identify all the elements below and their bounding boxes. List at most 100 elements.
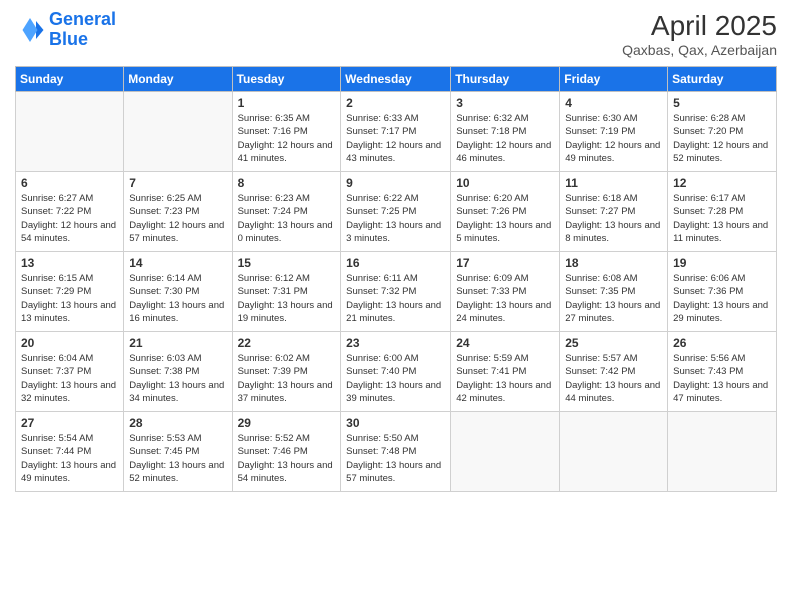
day-number: 21 (129, 336, 226, 350)
calendar-cell: 22 Sunrise: 6:02 AMSunset: 7:39 PMDayligh… (232, 332, 341, 412)
day-info: Sunrise: 6:12 AMSunset: 7:31 PMDaylight:… (238, 272, 336, 325)
calendar-cell: 23Sunrise: 6:00 AMSunset: 7:40 PMDayligh… (341, 332, 451, 412)
logo-line2: Blue (49, 29, 88, 49)
day-number: 22 (238, 336, 336, 350)
calendar-cell: 24 Sunrise: 5:59 AMSunset: 7:41 PMDayligh… (451, 332, 560, 412)
day-number: 10 (456, 176, 554, 190)
calendar-cell: 8 Sunrise: 6:23 AMSunset: 7:24 PMDaylight… (232, 172, 341, 252)
calendar-cell: 26 Sunrise: 5:56 AMSunset: 7:43 PMDayligh… (668, 332, 777, 412)
calendar-cell: 30Sunrise: 5:50 AMSunset: 7:48 PMDayligh… (341, 412, 451, 492)
day-number: 15 (238, 256, 336, 270)
day-info: Sunrise: 6:18 AMSunset: 7:27 PMDaylight:… (565, 192, 662, 245)
day-number: 30 (346, 416, 445, 430)
day-info: Sunrise: 6:17 AMSunset: 7:28 PMDaylight:… (673, 192, 771, 245)
calendar-week-row: 20Sunrise: 6:04 AMSunset: 7:37 PMDayligh… (16, 332, 777, 412)
day-info: Sunrise: 6:28 AMSunset: 7:20 PMDaylight:… (673, 112, 771, 165)
calendar-cell: 4Sunrise: 6:30 AMSunset: 7:19 PMDaylight… (560, 92, 668, 172)
calendar-cell: 14 Sunrise: 6:14 AMSunset: 7:30 PMDayligh… (124, 252, 232, 332)
day-header-thursday: Thursday (451, 67, 560, 92)
calendar-cell: 1Sunrise: 6:35 AMSunset: 7:16 PMDaylight… (232, 92, 341, 172)
day-number: 3 (456, 96, 554, 110)
calendar-week-row: 27Sunrise: 5:54 AMSunset: 7:44 PMDayligh… (16, 412, 777, 492)
day-number: 11 (565, 176, 662, 190)
logo: General Blue (15, 10, 116, 50)
day-header-saturday: Saturday (668, 67, 777, 92)
calendar-cell: 13 Sunrise: 6:15 AMSunset: 7:29 PMDayligh… (16, 252, 124, 332)
calendar-cell: 29 Sunrise: 5:52 AMSunset: 7:46 PMDayligh… (232, 412, 341, 492)
day-info: Sunrise: 6:11 AMSunset: 7:32 PMDaylight:… (346, 272, 445, 325)
day-number: 13 (21, 256, 118, 270)
day-info: Sunrise: 5:57 AMSunset: 7:42 PMDaylight:… (565, 352, 662, 405)
logo-text: General Blue (49, 10, 116, 50)
day-info: Sunrise: 6:03 AMSunset: 7:38 PMDaylight:… (129, 352, 226, 405)
day-number: 7 (129, 176, 226, 190)
day-number: 2 (346, 96, 445, 110)
day-info: Sunrise: 6:15 AMSunset: 7:29 PMDaylight:… (21, 272, 118, 325)
calendar-cell: 27Sunrise: 5:54 AMSunset: 7:44 PMDayligh… (16, 412, 124, 492)
calendar-cell: 16 Sunrise: 6:11 AMSunset: 7:32 PMDayligh… (341, 252, 451, 332)
day-info: Sunrise: 6:02 AMSunset: 7:39 PMDaylight:… (238, 352, 336, 405)
day-number: 24 (456, 336, 554, 350)
day-number: 29 (238, 416, 336, 430)
day-info: Sunrise: 6:20 AMSunset: 7:26 PMDaylight:… (456, 192, 554, 245)
day-number: 14 (129, 256, 226, 270)
calendar-week-row: 1Sunrise: 6:35 AMSunset: 7:16 PMDaylight… (16, 92, 777, 172)
calendar-cell: 20Sunrise: 6:04 AMSunset: 7:37 PMDayligh… (16, 332, 124, 412)
day-number: 16 (346, 256, 445, 270)
day-number: 19 (673, 256, 771, 270)
calendar-cell: 25 Sunrise: 5:57 AMSunset: 7:42 PMDayligh… (560, 332, 668, 412)
day-info: Sunrise: 6:32 AMSunset: 7:18 PMDaylight:… (456, 112, 554, 165)
day-number: 5 (673, 96, 771, 110)
calendar-cell: 7Sunrise: 6:25 AMSunset: 7:23 PMDaylight… (124, 172, 232, 252)
day-info: Sunrise: 6:27 AMSunset: 7:22 PMDaylight:… (21, 192, 118, 245)
calendar-cell: 10 Sunrise: 6:20 AMSunset: 7:26 PMDayligh… (451, 172, 560, 252)
day-number: 18 (565, 256, 662, 270)
calendar-cell: 15 Sunrise: 6:12 AMSunset: 7:31 PMDayligh… (232, 252, 341, 332)
day-number: 8 (238, 176, 336, 190)
header: General Blue April 2025 Qaxbas, Qax, Aze… (15, 10, 777, 58)
day-info: Sunrise: 6:04 AMSunset: 7:37 PMDaylight:… (21, 352, 118, 405)
title-block: April 2025 Qaxbas, Qax, Azerbaijan (622, 10, 777, 58)
day-info: Sunrise: 5:59 AMSunset: 7:41 PMDaylight:… (456, 352, 554, 405)
logo-icon (15, 15, 45, 45)
day-number: 1 (238, 96, 336, 110)
calendar-cell: 12 Sunrise: 6:17 AMSunset: 7:28 PMDayligh… (668, 172, 777, 252)
day-number: 17 (456, 256, 554, 270)
logo-line1: General (49, 9, 116, 29)
page-subtitle: Qaxbas, Qax, Azerbaijan (622, 42, 777, 58)
calendar-week-row: 13 Sunrise: 6:15 AMSunset: 7:29 PMDayligh… (16, 252, 777, 332)
day-number: 9 (346, 176, 445, 190)
calendar-cell: 19Sunrise: 6:06 AMSunset: 7:36 PMDayligh… (668, 252, 777, 332)
day-number: 12 (673, 176, 771, 190)
calendar-cell: 9 Sunrise: 6:22 AMSunset: 7:25 PMDaylight… (341, 172, 451, 252)
day-number: 23 (346, 336, 445, 350)
calendar-cell (560, 412, 668, 492)
calendar-cell (451, 412, 560, 492)
calendar-week-row: 6 Sunrise: 6:27 AMSunset: 7:22 PMDaylight… (16, 172, 777, 252)
day-info: Sunrise: 5:52 AMSunset: 7:46 PMDaylight:… (238, 432, 336, 485)
calendar-header-row: SundayMondayTuesdayWednesdayThursdayFrid… (16, 67, 777, 92)
day-info: Sunrise: 6:22 AMSunset: 7:25 PMDaylight:… (346, 192, 445, 245)
calendar-cell (16, 92, 124, 172)
day-number: 4 (565, 96, 662, 110)
day-info: Sunrise: 6:14 AMSunset: 7:30 PMDaylight:… (129, 272, 226, 325)
day-number: 25 (565, 336, 662, 350)
day-info: Sunrise: 6:33 AMSunset: 7:17 PMDaylight:… (346, 112, 445, 165)
page-title: April 2025 (622, 10, 777, 42)
day-number: 26 (673, 336, 771, 350)
page: General Blue April 2025 Qaxbas, Qax, Aze… (0, 0, 792, 612)
calendar-cell: 2 Sunrise: 6:33 AMSunset: 7:17 PMDaylight… (341, 92, 451, 172)
calendar-cell: 5 Sunrise: 6:28 AMSunset: 7:20 PMDaylight… (668, 92, 777, 172)
day-header-wednesday: Wednesday (341, 67, 451, 92)
day-info: Sunrise: 5:53 AMSunset: 7:45 PMDaylight:… (129, 432, 226, 485)
calendar: SundayMondayTuesdayWednesdayThursdayFrid… (15, 66, 777, 492)
day-header-monday: Monday (124, 67, 232, 92)
day-info: Sunrise: 5:56 AMSunset: 7:43 PMDaylight:… (673, 352, 771, 405)
day-info: Sunrise: 6:23 AMSunset: 7:24 PMDaylight:… (238, 192, 336, 245)
calendar-cell: 28Sunrise: 5:53 AMSunset: 7:45 PMDayligh… (124, 412, 232, 492)
day-number: 6 (21, 176, 118, 190)
day-header-friday: Friday (560, 67, 668, 92)
day-header-tuesday: Tuesday (232, 67, 341, 92)
day-info: Sunrise: 6:09 AMSunset: 7:33 PMDaylight:… (456, 272, 554, 325)
calendar-cell: 3 Sunrise: 6:32 AMSunset: 7:18 PMDaylight… (451, 92, 560, 172)
